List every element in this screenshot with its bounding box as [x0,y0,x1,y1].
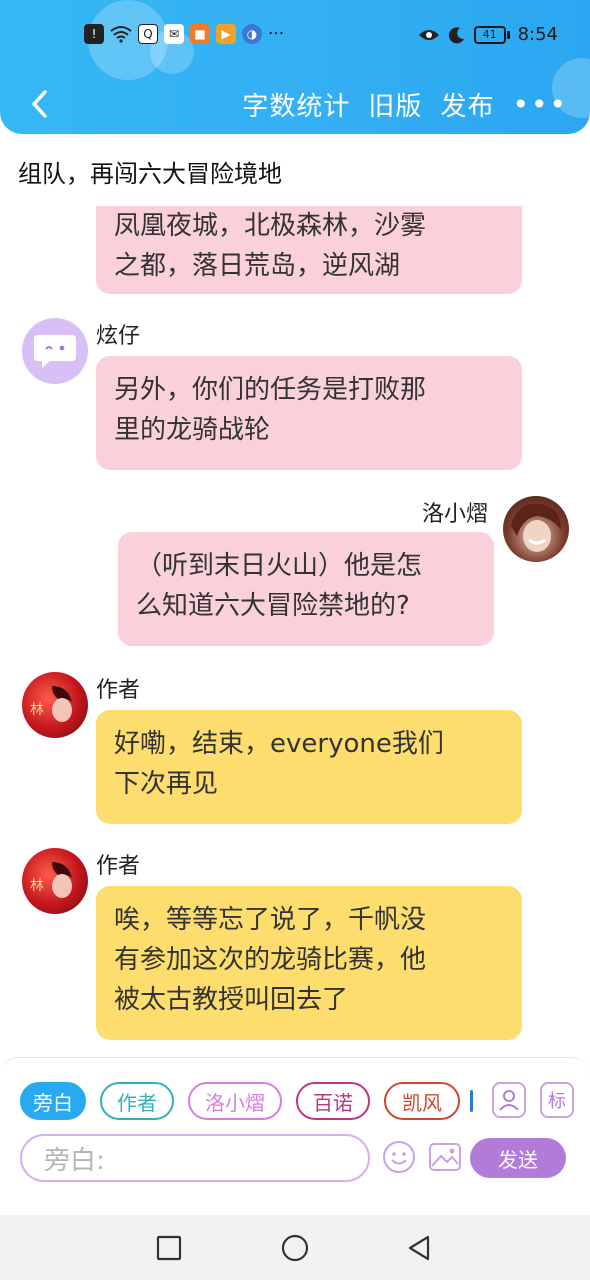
message-line: 里的龙骑战轮 [114,415,271,445]
clock: 8:54 [517,24,558,45]
message-line: （听到末日火山）他是怎 [136,551,423,581]
image-icon [429,1143,461,1171]
chat-bubble-icon [34,335,76,368]
message-line: 唉，等等忘了说了，千帆没 [114,905,427,935]
eye-icon [418,29,439,40]
message-line: 下次再见 [114,769,219,799]
avatar[interactable] [503,496,569,562]
role-chip-kaifeng[interactable]: 凯风 [384,1082,460,1120]
avatar[interactable] [22,318,88,384]
chevron-left-icon [32,90,47,118]
avatar[interactable]: 林 [22,672,88,738]
more-options-button[interactable]: ••• [512,88,568,121]
more-notifications: ··· [268,24,285,44]
message-input[interactable]: 旁白: [20,1134,370,1182]
message-bubble[interactable]: 另外，你们的任务是打败那 里的龙骑战轮 [96,356,522,470]
author-avatar-icon: 林 [30,862,72,898]
role-chip-bainuo[interactable]: 百诺 [296,1082,370,1120]
publish-button[interactable]: 发布 [440,86,494,123]
message-line: 另外，你们的任务是打败那 [114,375,427,405]
triangle-back-icon [408,1235,430,1261]
alert-icon: ! [84,24,104,44]
back-button[interactable] [20,84,60,124]
tag-button[interactable]: 标 [540,1082,574,1118]
send-button[interactable]: 发送 [470,1138,566,1178]
role-chip-narrator[interactable]: 旁白 [20,1082,86,1120]
wifi-icon [110,26,132,43]
speaker-name: 洛小熠 [422,502,489,527]
message-line: 被太古教授叫回去了 [114,985,349,1015]
toolbar: 字数统计 旧版 发布 ••• [0,80,590,130]
svg-text:林: 林 [30,878,44,894]
message-line: 之都，落日荒岛，逆风湖 [114,251,401,281]
video-app-icon: ▶ [216,24,236,44]
svg-text:林: 林 [30,702,44,718]
system-nav-bar [0,1215,590,1280]
message-line: 么知道六大冒险禁地的? [136,591,410,621]
recent-apps-button[interactable] [154,1233,184,1263]
speaker-name: 作者 [96,678,141,703]
browser-icon: ◑ [242,24,262,44]
status-bar: ! Q ✉ ■ ▶ ◑ ··· 41 8:54 [0,18,590,52]
role-chip-author[interactable]: 作者 [100,1082,174,1120]
role-chip-luoxiaoyi[interactable]: 洛小熠 [188,1082,282,1120]
old-version-button[interactable]: 旧版 [368,86,422,123]
wechat-icon: ✉ [164,24,184,44]
message-bubble[interactable]: 好嘞，结束，everyone我们 下次再见 [96,710,522,824]
character-avatar-icon [511,503,561,552]
image-button[interactable] [426,1138,464,1176]
home-button[interactable] [280,1233,310,1263]
message-line: 好嘞，结束，everyone我们 [114,729,444,759]
moon-icon [448,26,464,43]
more-roles-indicator [470,1090,473,1112]
speaker-name: 炫仔 [96,324,141,349]
app-icon: ■ [190,24,210,44]
word-count-button[interactable]: 字数统计 [242,86,350,123]
qq-icon: Q [138,24,158,44]
message-bubble[interactable]: （听到末日火山）他是怎 么知道六大冒险禁地的? [118,532,494,646]
page-title: 组队，再闯六大冒险境地 [18,160,282,188]
back-nav-button[interactable] [404,1233,434,1263]
message-line: 有参加这次的龙骑比赛，他 [114,945,427,975]
app-header: ! Q ✉ ■ ▶ ◑ ··· 41 8:54 字数统计 旧版 发布 ••• [0,0,590,134]
battery-icon: 41 [473,25,510,44]
message-line: 凤凰夜城，北极森林，沙雾 [114,211,427,241]
message-bubble[interactable]: 唉，等等忘了说了，千帆没 有参加这次的龙骑比赛，他 被太古教授叫回去了 [96,886,522,1040]
person-icon [499,1090,519,1111]
circle-icon [281,1234,309,1262]
author-avatar-icon: 林 [30,686,72,722]
message-list: 凤凰夜城，北极森林，沙雾 之都，落日荒岛，逆风湖 炫仔 另外，你们的任务是打败那… [0,206,590,1054]
speaker-name: 作者 [96,854,141,879]
emoji-button[interactable] [380,1138,418,1176]
smiley-icon [383,1141,415,1173]
message-bubble[interactable]: 凤凰夜城，北极森林，沙雾 之都，落日荒岛，逆风湖 [96,206,522,294]
add-role-button[interactable] [492,1082,526,1118]
square-icon [156,1235,182,1261]
avatar[interactable]: 林 [22,848,88,914]
